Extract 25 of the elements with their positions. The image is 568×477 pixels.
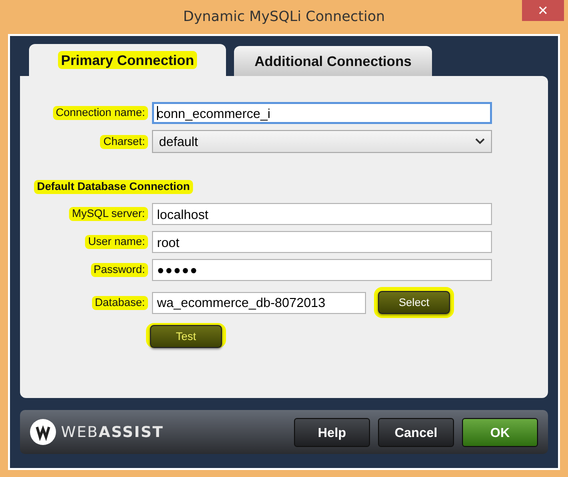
test-button[interactable]: Test	[150, 325, 222, 348]
logo-icon	[30, 419, 56, 445]
field-label: User name:	[85, 235, 148, 249]
close-button[interactable]: ✕	[522, 0, 564, 21]
input-field[interactable]: root	[152, 231, 492, 253]
field-label: Connection name:	[52, 106, 148, 120]
tab[interactable]: Primary Connection	[29, 44, 226, 76]
dialog-button[interactable]: Cancel	[378, 418, 454, 446]
field-label: Database:	[92, 296, 148, 310]
dialog-button[interactable]: OK	[462, 418, 538, 446]
chevron-down-icon	[475, 138, 485, 145]
window-title: Dynamic MySQLi Connection	[183, 9, 385, 25]
dialog-button[interactable]: Help	[294, 418, 370, 446]
field-label: Charset:	[100, 134, 148, 148]
field-label: MySQL server:	[69, 207, 148, 221]
tab[interactable]: Additional Connections	[234, 46, 432, 76]
input-field[interactable]: conn_ecommerce_i	[152, 102, 492, 124]
field-label: Password:	[90, 263, 148, 277]
brand-name: WEBASSIST	[61, 423, 164, 441]
charset-dropdown[interactable]: default	[152, 130, 492, 153]
select-button[interactable]: Select	[378, 291, 450, 314]
input-field[interactable]: localhost	[152, 203, 492, 225]
section-heading: Default Database Connection	[34, 180, 193, 194]
input-field[interactable]: ●●●●●	[152, 259, 492, 281]
input-field[interactable]: wa_ecommerce_db-8072013	[152, 292, 366, 314]
